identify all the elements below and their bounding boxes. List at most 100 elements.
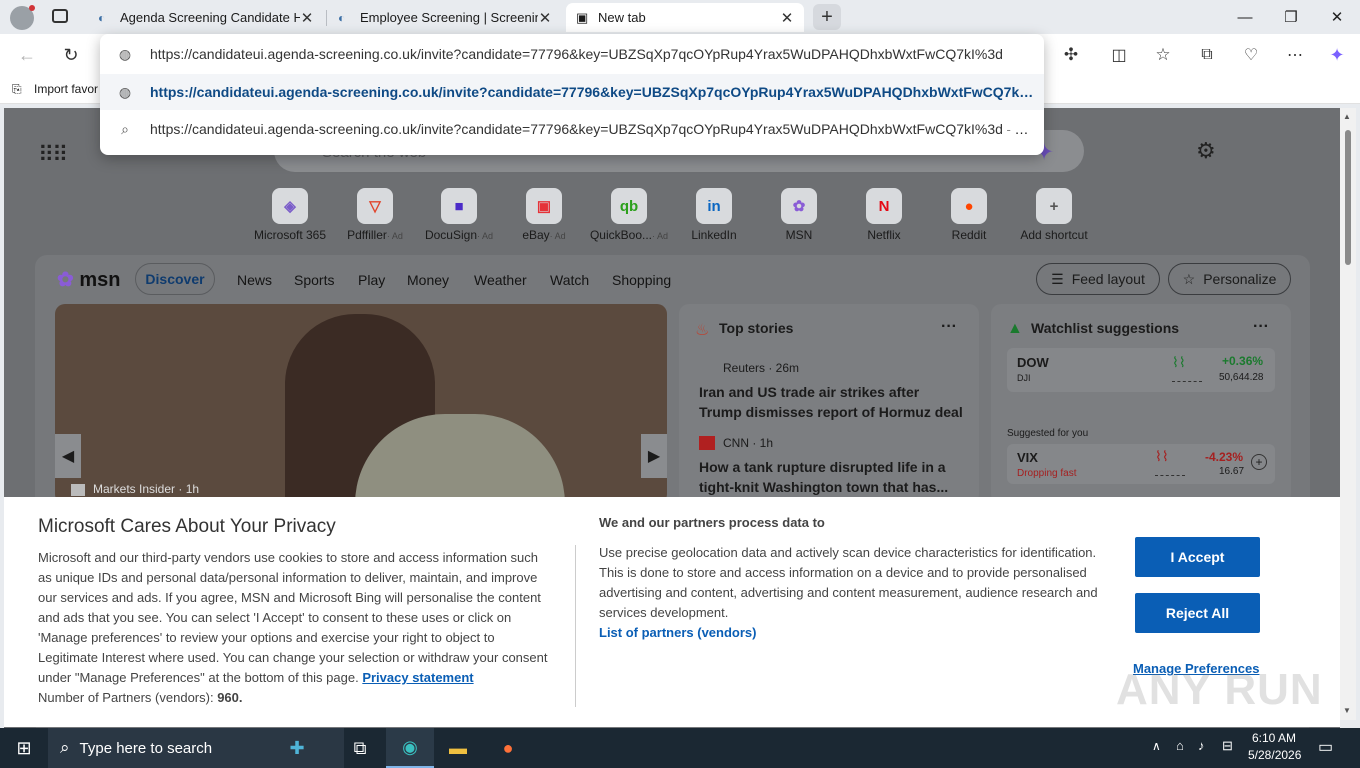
browser-essentials-icon[interactable]: ♡	[1238, 42, 1264, 68]
tab-watch[interactable]: Watch	[550, 272, 589, 288]
search-icon: ⌕	[121, 120, 129, 137]
tab-actions-icon[interactable]	[52, 9, 68, 23]
quick-link-label: LinkedIn	[691, 228, 737, 242]
stock-value: 16.67	[1219, 466, 1245, 477]
tab-sports[interactable]: Sports	[294, 272, 334, 288]
tab-weather[interactable]: Weather	[474, 272, 527, 288]
close-tab-icon[interactable]: ✕	[780, 9, 794, 27]
personalize-button[interactable]: ☆ Personalize	[1168, 263, 1291, 295]
network-icon[interactable]: ⌂	[1176, 738, 1184, 753]
notification-icon[interactable]: ▭	[1318, 737, 1333, 757]
sparkline: ⌇⌇	[1155, 448, 1185, 476]
tab-play[interactable]: Play	[358, 272, 385, 288]
suggestion-search[interactable]: ⌕ https://candidateui.agenda-screening.c…	[100, 110, 1044, 148]
stock-value: 50,644.28	[1219, 372, 1264, 383]
firefox-icon[interactable]: ●	[484, 728, 532, 768]
stock-sub: DJI	[1017, 373, 1031, 383]
notification-dot	[29, 5, 35, 11]
carousel-prev-icon[interactable]: ◀	[55, 434, 81, 478]
quick-link-icon: ▣	[526, 188, 562, 224]
hero-card[interactable]: ◀ ▶ Markets Insider · 1h	[55, 304, 667, 504]
more-options-icon[interactable]: ⋯	[1282, 42, 1308, 68]
chart-icon: ▲	[1007, 320, 1023, 337]
scroll-thumb[interactable]	[1345, 130, 1351, 265]
hero-source: Markets Insider · 1h	[71, 482, 199, 496]
edge-taskbar-icon[interactable]: ◉	[386, 728, 434, 768]
puzzle-widget-icon[interactable]: ✚	[270, 728, 324, 768]
quick-link[interactable]: + Add shortcut	[1004, 188, 1104, 242]
address-input[interactable]: https://candidateui.agenda-screening.co.…	[150, 46, 1044, 62]
task-view-icon[interactable]: ⧉	[336, 728, 384, 768]
tab-label: Employee Screening | Screening S	[360, 10, 538, 25]
back-icon[interactable]: ←	[14, 42, 40, 68]
restore-icon[interactable]: ❐	[1268, 0, 1314, 34]
file-explorer-icon[interactable]: ▬	[434, 728, 482, 768]
quick-link-icon: ●	[951, 188, 987, 224]
accept-button[interactable]: I Accept	[1135, 537, 1260, 577]
msn-logo[interactable]: ✿ msn	[57, 267, 120, 292]
extensions-icon[interactable]: ✣	[1058, 42, 1084, 68]
suggestion-url[interactable]: ◍ https://candidateui.agenda-screening.c…	[100, 74, 1044, 110]
tab-employee-screening[interactable]: ◐ Employee Screening | Screening S ✕	[328, 3, 562, 32]
vendors-link[interactable]: List of partners (vendors)	[599, 625, 756, 640]
quick-link-label: Reddit	[951, 228, 987, 242]
page-scrollbar[interactable]: ▲ ▼	[1340, 108, 1356, 720]
tab-news[interactable]: News	[237, 272, 272, 288]
feed-layout-button[interactable]: ☰ Feed layout	[1036, 263, 1160, 295]
tab-new-tab[interactable]: ▣ New tab ✕	[566, 3, 804, 32]
settings-gear-icon[interactable]: ⚙	[1196, 138, 1216, 164]
clock-date[interactable]: 5/28/2026	[1248, 748, 1301, 762]
quick-link-icon: +	[1036, 188, 1072, 224]
carousel-next-icon[interactable]: ▶	[641, 434, 667, 478]
apps-grid-icon[interactable]: ⠿⠿	[38, 142, 68, 168]
tab-agenda-hub[interactable]: ◐ Agenda Screening Candidate Hub ✕	[88, 3, 324, 32]
collections-icon[interactable]: ⧉	[1194, 42, 1220, 68]
add-icon[interactable]: +	[1251, 454, 1267, 470]
volume-icon[interactable]: ♪	[1198, 738, 1205, 753]
consent-title: Microsoft Cares About Your Privacy	[38, 516, 336, 537]
taskbar-search-input[interactable]: Type here to search	[80, 740, 213, 757]
top-stories-card: ♨ Top stories ··· Reuters · 26m Iran and…	[679, 304, 979, 504]
address-bar-dropdown: ◍ https://candidateui.agenda-screening.c…	[100, 34, 1044, 155]
windows-taskbar: ⊞ ⌕ Type here to search ✚ ⧉ ◉ ▬ ● ∧ ⌂ ♪ …	[0, 728, 1360, 768]
quick-link-label: DocuSign	[424, 228, 477, 242]
more-options-icon[interactable]: ···	[1253, 318, 1269, 336]
story-headline[interactable]: How a tank rupture disrupted life in a t…	[699, 457, 964, 497]
watchlist-item-dow[interactable]: DOW DJI ⌇⌇ +0.36% 50,644.28	[1007, 348, 1275, 392]
language-icon[interactable]: ⊟	[1222, 738, 1233, 754]
search-icon: ⌕	[60, 738, 70, 757]
newtab-page-icon: ▣	[576, 9, 589, 25]
import-favorites-label[interactable]: Import favor	[34, 82, 98, 96]
reject-all-button[interactable]: Reject All	[1135, 593, 1260, 633]
address-input-row[interactable]: ◍ https://candidateui.agenda-screening.c…	[100, 34, 1044, 74]
minimize-icon[interactable]: —	[1222, 0, 1268, 34]
watchlist-item-vix[interactable]: VIX Dropping fast ⌇⌇ -4.23% 16.67 +	[1007, 444, 1275, 484]
windows-start-icon[interactable]: ⊞	[0, 728, 48, 768]
show-hidden-icons[interactable]: ∧	[1152, 739, 1161, 753]
new-tab-button[interactable]: +	[813, 4, 841, 30]
close-tab-icon[interactable]: ✕	[538, 9, 552, 27]
personalize-label: Personalize	[1203, 271, 1277, 287]
tab-shopping[interactable]: Shopping	[612, 272, 671, 288]
split-screen-icon[interactable]: ◫	[1106, 42, 1132, 68]
close-window-icon[interactable]: ✕	[1314, 0, 1360, 34]
tab-discover[interactable]: Discover	[135, 263, 215, 295]
more-options-icon[interactable]: ···	[941, 318, 957, 336]
suggestion-suffix: - Bin...	[1002, 122, 1044, 137]
favorites-icon[interactable]: ☆	[1150, 42, 1176, 68]
refresh-icon[interactable]: ↻	[58, 42, 84, 68]
import-favorites-icon[interactable]: ⎘	[12, 82, 22, 97]
suggestion-text: https://candidateui.agenda-screening.co.…	[150, 121, 1003, 137]
edge-page-icon: ◐	[98, 10, 106, 25]
clock-time[interactable]: 6:10 AM	[1252, 731, 1296, 745]
scroll-up-icon[interactable]: ▲	[1343, 112, 1351, 121]
copilot-icon[interactable]: ✦	[1324, 42, 1350, 68]
privacy-statement-link[interactable]: Privacy statement	[362, 670, 473, 685]
story-headline[interactable]: Iran and US trade air strikes after Trum…	[699, 382, 964, 422]
divider	[575, 545, 576, 707]
tab-money[interactable]: Money	[407, 272, 449, 288]
scroll-down-icon[interactable]: ▼	[1343, 706, 1351, 715]
close-tab-icon[interactable]: ✕	[300, 9, 314, 27]
stock-symbol: VIX	[1017, 450, 1038, 465]
ad-badge: · Ad	[549, 231, 566, 241]
